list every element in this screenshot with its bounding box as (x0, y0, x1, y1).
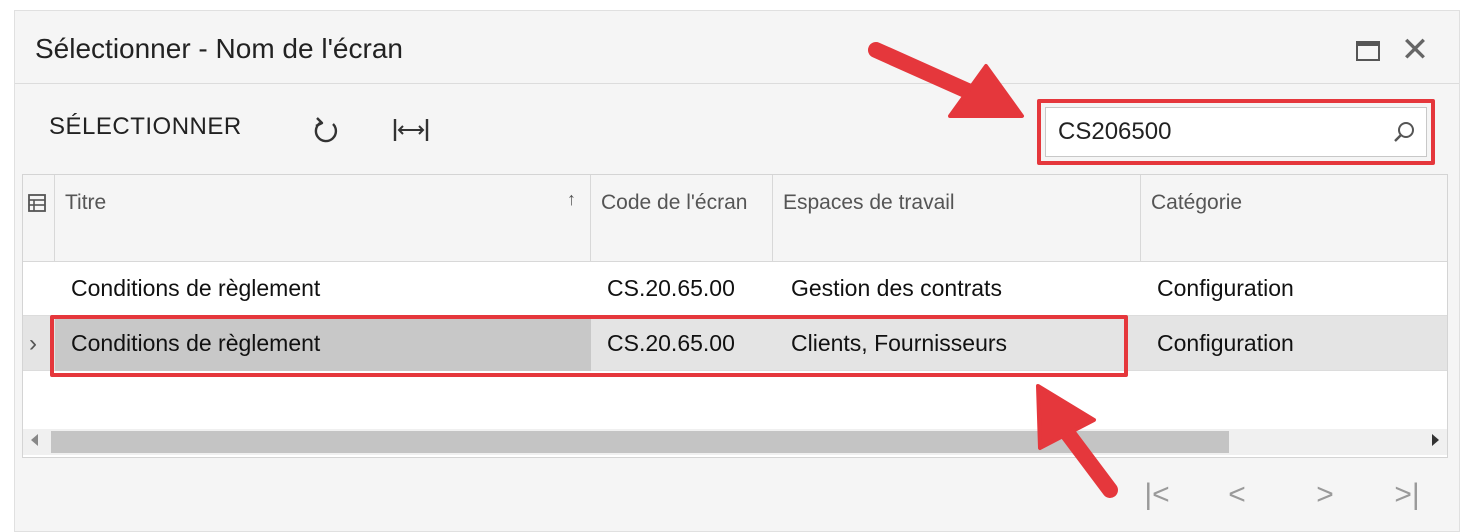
column-settings-cell[interactable] (23, 175, 55, 261)
column-header-workspaces[interactable]: Espaces de travail (773, 175, 1141, 261)
select-screen-dialog: Sélectionner - Nom de l'écran ✕ SÉLECTIO… (14, 10, 1460, 532)
cell-category: Configuration (1157, 275, 1294, 301)
last-page-button[interactable]: >| (1387, 477, 1427, 513)
column-header-category[interactable]: Catégorie (1141, 175, 1447, 261)
dialog-title: Sélectionner - Nom de l'écran (35, 33, 403, 64)
select-button[interactable]: SÉLECTIONNER (49, 113, 242, 141)
row-indicator-icon: › (29, 330, 37, 357)
horizontal-scrollbar[interactable] (23, 429, 1447, 455)
search-box[interactable] (1045, 107, 1427, 157)
first-page-button[interactable]: |< (1137, 477, 1177, 513)
column-title-label: Titre (65, 191, 107, 214)
refresh-icon[interactable] (311, 115, 341, 145)
grid-header: Titre ↑ Code de l'écran Espaces de trava… (23, 175, 1447, 262)
cell-code: CS.20.65.00 (607, 275, 735, 301)
scroll-left-icon[interactable] (31, 434, 38, 446)
sort-ascending-icon: ↑ (567, 189, 576, 209)
scroll-right-icon[interactable] (1432, 434, 1439, 446)
column-header-code[interactable]: Code de l'écran (591, 175, 773, 261)
search-input[interactable] (1058, 108, 1378, 156)
table-row[interactable]: Conditions de règlement CS.20.65.00 Gest… (23, 261, 1447, 316)
close-icon[interactable]: ✕ (1398, 33, 1432, 67)
cell-workspaces: Gestion des contrats (791, 275, 1002, 301)
dialog-titlebar: Sélectionner - Nom de l'écran ✕ (15, 11, 1459, 84)
maximize-icon[interactable] (1356, 41, 1380, 61)
column-settings-icon[interactable] (27, 193, 47, 213)
scrollbar-thumb[interactable] (51, 431, 1229, 453)
cell-title: Conditions de règlement (71, 275, 321, 301)
fit-columns-icon[interactable] (393, 117, 429, 143)
row-highlight-annotation (50, 315, 1128, 377)
cell-category: Configuration (1157, 330, 1294, 356)
column-header-title[interactable]: Titre ↑ (55, 175, 591, 261)
previous-page-button[interactable]: < (1217, 477, 1257, 513)
next-page-button[interactable]: > (1305, 477, 1345, 513)
search-icon[interactable] (1392, 120, 1416, 144)
